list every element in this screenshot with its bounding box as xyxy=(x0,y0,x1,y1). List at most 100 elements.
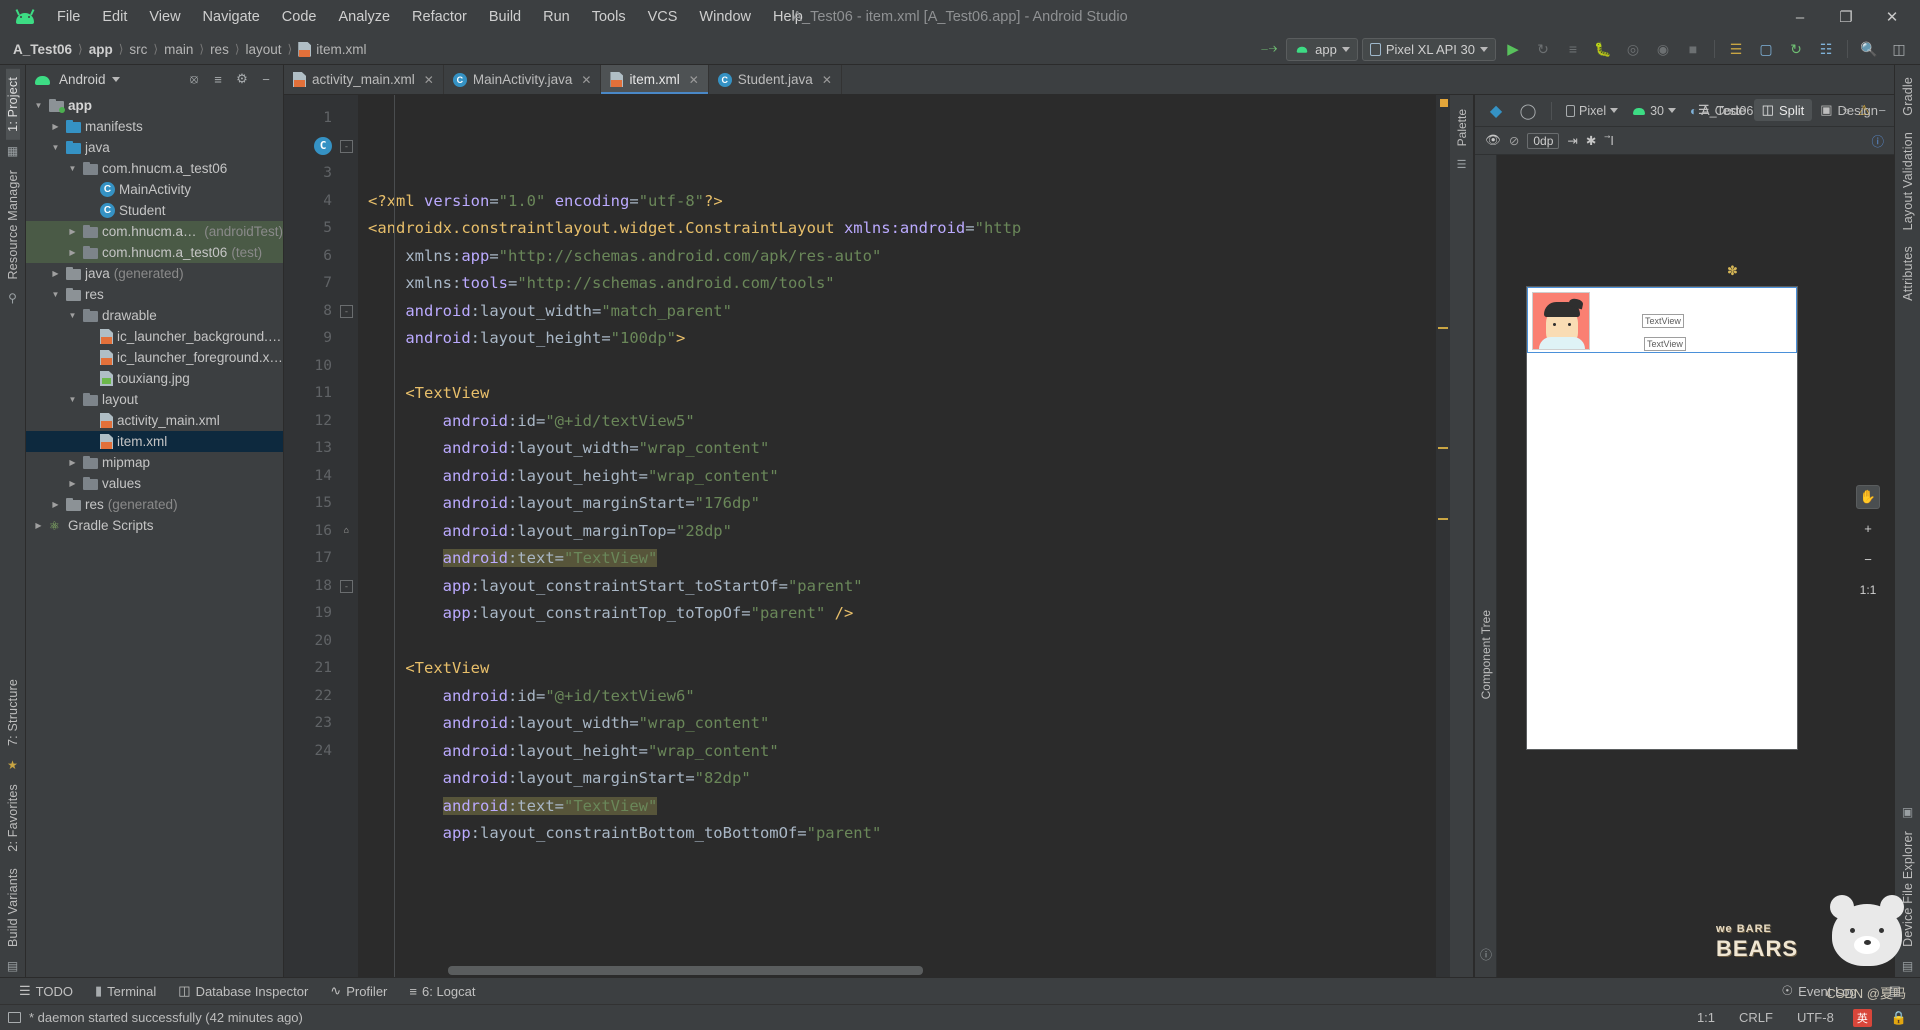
collapse-all-icon[interactable]: ≡ xyxy=(207,68,229,90)
tree-item-com-hnucm-a-test06[interactable]: ▶ com.hnucm.a_test06 (test) xyxy=(26,242,283,263)
fold-toggle-icon[interactable]: - xyxy=(340,139,353,153)
chevron-right-icon[interactable]: ▶ xyxy=(66,479,79,488)
rail-structure[interactable]: 7: Structure xyxy=(6,671,20,754)
help-icon[interactable]: ⓘ xyxy=(1871,131,1884,150)
orientation-icon[interactable]: ◯ xyxy=(1515,99,1541,123)
device-preview[interactable]: TextView TextView xyxy=(1527,287,1797,749)
pan-tool-button[interactable]: ✋ xyxy=(1856,485,1880,509)
chevron-down-icon[interactable]: ▼ xyxy=(66,311,79,320)
close-icon[interactable]: ✕ xyxy=(689,73,699,87)
tree-item-mipmap[interactable]: ▶ mipmap xyxy=(26,452,283,473)
apply-changes-button[interactable]: ↻ xyxy=(1530,37,1556,61)
code-line-21[interactable]: android:layout_height="wrap_content" xyxy=(368,738,1450,766)
view-mode-design[interactable]: ▣ Design xyxy=(1812,99,1886,121)
settings-gear-icon[interactable]: ⚙ xyxy=(231,68,253,90)
tree-item-manifests[interactable]: ▶ manifests xyxy=(26,116,283,137)
sdk-manager-icon[interactable]: ☰ xyxy=(1723,37,1749,61)
menu-file[interactable]: File xyxy=(46,5,91,29)
tree-item-drawable[interactable]: ▼ drawable xyxy=(26,305,283,326)
chevron-right-icon[interactable]: ▶ xyxy=(66,227,79,236)
tree-item-java[interactable]: ▼ java xyxy=(26,137,283,158)
palette-label[interactable]: Palette xyxy=(1455,103,1469,152)
avd-manager-icon[interactable]: ▢ xyxy=(1753,37,1779,61)
code-scroll-area[interactable]: 1 2C- 3 4 5 6 7 8- 9 10 11 12 13 14 15 16⌂ 17 18- 19 20 21 22… xyxy=(284,95,1450,977)
code-line-2[interactable]: <androidx.constraintlayout.widget.Constr… xyxy=(368,215,1450,243)
ime-indicator[interactable]: 英 xyxy=(1852,1008,1872,1027)
rail-project[interactable]: 1: Project xyxy=(5,69,20,140)
chevron-down-icon[interactable] xyxy=(111,76,120,82)
tab-mainactivity-java[interactable]: C MainActivity.java ✕ xyxy=(444,65,602,94)
maximize-button[interactable]: ❐ xyxy=(1824,2,1868,32)
code-line-16[interactable]: app:layout_constraintTop_toTopOf="parent… xyxy=(368,600,1450,628)
code-line-8[interactable]: <TextView xyxy=(368,380,1450,408)
locate-file-icon[interactable]: ⦻ xyxy=(183,68,205,90)
constraint-layout-root[interactable]: TextView TextView xyxy=(1527,287,1797,353)
menu-tools[interactable]: Tools xyxy=(581,5,637,29)
code-line-10[interactable]: android:layout_width="wrap_content" xyxy=(368,435,1450,463)
chevron-down-icon[interactable]: ▼ xyxy=(49,143,62,152)
chevron-down-icon[interactable]: ▼ xyxy=(49,290,62,299)
project-tree[interactable]: ▼ app ▶ manifests ▼ java ▼ com.hnucm.a_test06 C M… xyxy=(26,93,283,977)
baseline-icon[interactable]: ⃗I xyxy=(1610,133,1613,148)
chevron-down-icon[interactable]: ▼ xyxy=(66,164,79,173)
code-line-15[interactable]: app:layout_constraintStart_toStartOf="pa… xyxy=(368,573,1450,601)
view-mode-split[interactable]: ◫ Split xyxy=(1753,99,1813,121)
code-line-18[interactable]: <TextView xyxy=(368,655,1450,683)
code-line-14[interactable]: android:text="TextView" xyxy=(368,545,1450,573)
tab-student-java[interactable]: C Student.java ✕ xyxy=(709,65,842,94)
rail-favorites[interactable]: 2: Favorites xyxy=(6,776,20,860)
code-line-4[interactable]: xmlns:tools="http://schemas.android.com/… xyxy=(368,270,1450,298)
tree-item-gradle-scripts[interactable]: ▶ ⚛ Gradle Scripts xyxy=(26,515,283,536)
default-margin-value[interactable]: 0dp xyxy=(1527,132,1560,149)
tree-item-item-xml[interactable]: <> item.xml xyxy=(26,431,283,452)
tree-item-layout[interactable]: ▼ layout xyxy=(26,389,283,410)
tree-item-values[interactable]: ▶ values xyxy=(26,473,283,494)
attach-debugger-button[interactable]: ◎ xyxy=(1620,37,1646,61)
breadcrumb-project[interactable]: A_Test06 xyxy=(8,41,77,58)
avatar-image-view[interactable] xyxy=(1532,292,1590,350)
code-line-7[interactable] xyxy=(368,353,1450,381)
code-line-13[interactable]: android:layout_marginTop="28dp" xyxy=(368,518,1450,546)
build-hammer-icon[interactable]: ⤍ xyxy=(1256,37,1282,61)
fold-toggle-icon[interactable]: - xyxy=(340,579,353,593)
breadcrumb-src[interactable]: src xyxy=(124,41,152,58)
fold-toggle-icon[interactable]: ⌂ xyxy=(340,525,353,538)
tree-item-java[interactable]: ▶ java (generated) xyxy=(26,263,283,284)
rail-layout-validation[interactable]: Layout Validation xyxy=(1901,124,1915,238)
autoconnect-icon[interactable]: ⊘ xyxy=(1509,133,1519,148)
design-surface-icon[interactable]: ◆ xyxy=(1483,99,1509,123)
layout-inspector-icon[interactable]: ☷ xyxy=(1813,37,1839,61)
menu-window[interactable]: Window xyxy=(688,5,762,29)
breadcrumb-app[interactable]: app xyxy=(84,41,118,58)
menu-refactor[interactable]: Refactor xyxy=(401,5,478,29)
code-line-17[interactable] xyxy=(368,628,1450,656)
menu-help[interactable]: Help xyxy=(762,5,814,29)
tree-item-com-hnucm-a-test06[interactable]: ▶ com.hnucm.a_test06 (androidTest) xyxy=(26,221,283,242)
zoom-ratio-button[interactable]: 1:1 xyxy=(1856,578,1880,602)
tree-item-ic-launcher-background-xml[interactable]: <> ic_launcher_background.xml xyxy=(26,326,283,347)
code-line-6[interactable]: android:layout_height="100dp"> xyxy=(368,325,1450,353)
breadcrumb-layout[interactable]: layout xyxy=(241,41,287,58)
tree-item-res[interactable]: ▼ res xyxy=(26,284,283,305)
menu-run[interactable]: Run xyxy=(532,5,581,29)
file-encoding[interactable]: UTF-8 xyxy=(1792,1009,1839,1026)
line-separator[interactable]: CRLF xyxy=(1734,1009,1778,1026)
menu-vcs[interactable]: VCS xyxy=(637,5,689,29)
tree-item-ic-launcher-foreground-xml[interactable]: <> ic_launcher_foreground.xml xyxy=(26,347,283,368)
device-dropdown[interactable]: Pixel xyxy=(1562,102,1622,120)
rail-attributes[interactable]: Attributes xyxy=(1901,238,1915,309)
search-icon[interactable]: 🔍 xyxy=(1856,37,1882,61)
tree-item-mainactivity[interactable]: C MainActivity xyxy=(26,179,283,200)
tree-item-touxiang-jpg[interactable]: touxiang.jpg xyxy=(26,368,283,389)
clear-constraints-icon[interactable]: ✱ xyxy=(1586,133,1596,148)
tool-logcat[interactable]: ≡ 6: Logcat xyxy=(398,981,486,1002)
chevron-down-icon[interactable]: ▼ xyxy=(32,101,45,110)
tab-item-xml[interactable]: <> item.xml ✕ xyxy=(601,65,709,94)
chevron-down-icon[interactable]: ▼ xyxy=(66,395,79,404)
tree-item-student[interactable]: C Student xyxy=(26,200,283,221)
code-text[interactable]: <?xml version="1.0" encoding="utf-8"?> <a… xyxy=(358,95,1450,977)
menu-analyze[interactable]: Analyze xyxy=(327,5,401,29)
stop-button[interactable]: ■ xyxy=(1680,37,1706,61)
chevron-right-icon[interactable]: ▶ xyxy=(49,122,62,131)
rail-resource-manager[interactable]: Resource Manager xyxy=(6,162,20,288)
